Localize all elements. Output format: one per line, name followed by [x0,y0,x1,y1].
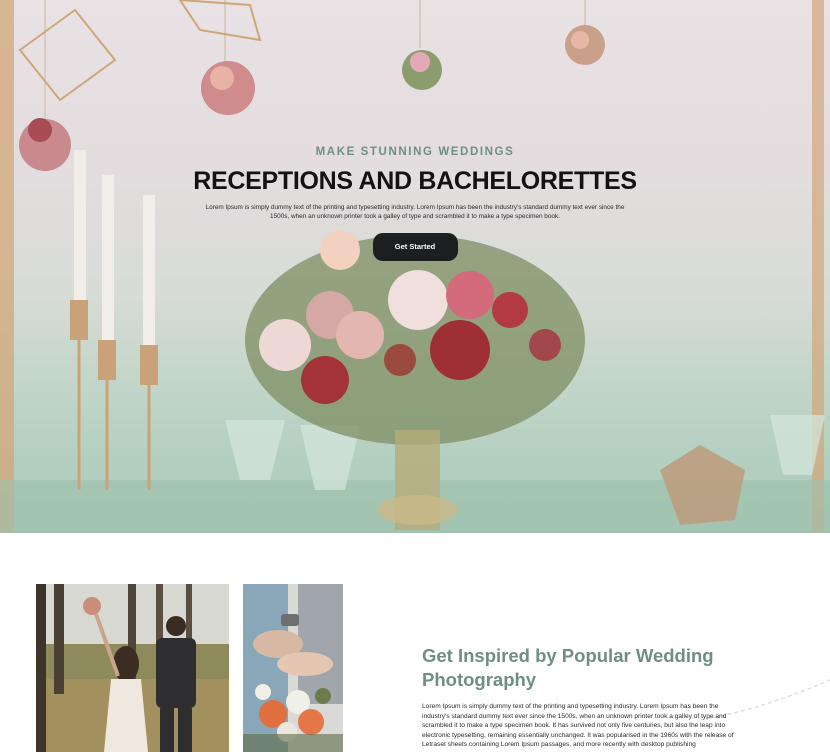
bouquet-hands-photo [243,584,343,752]
inspire-section-body: Lorem Ipsum is simply dummy text of the … [422,703,734,749]
couple-walking-photo [36,584,229,752]
inspire-section-title: Get Inspired by Popular Wedding Photogra… [422,645,714,690]
hero-headline: RECEPTIONS AND BACHELORETTES [193,167,637,195]
hero-background-image [0,0,830,533]
hero-section: MAKE STUNNING WEDDINGS RECEPTIONS AND BA… [0,0,830,533]
hero-eyebrow: MAKE STUNNING WEDDINGS [315,146,515,158]
hero-text-block: MAKE STUNNING WEDDINGS RECEPTIONS AND BA… [0,146,830,261]
hero-description: Lorem Ipsum is simply dummy text of the … [205,204,625,220]
get-started-button[interactable]: Get Started [372,233,458,261]
